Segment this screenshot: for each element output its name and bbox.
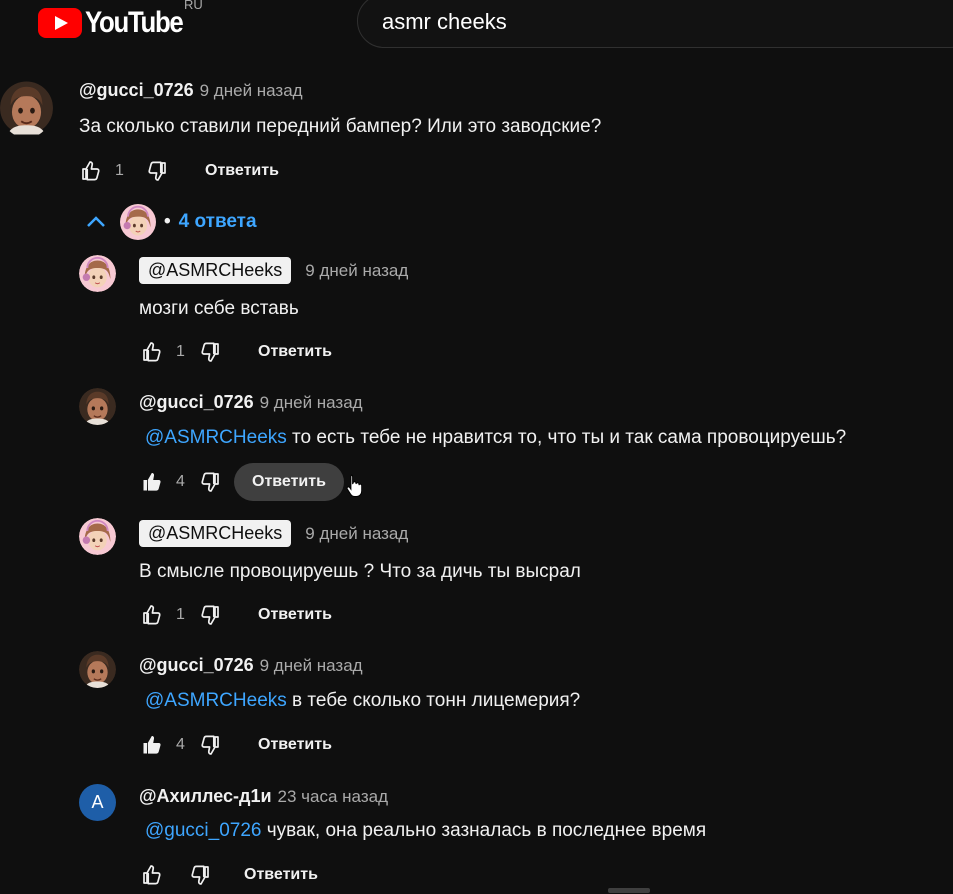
youtube-play-icon [38, 8, 82, 38]
like-icon-active[interactable] [140, 733, 164, 757]
like-icon[interactable] [140, 340, 164, 364]
reply-author[interactable]: @ASMRCHeeks [139, 520, 292, 547]
reply-body: в тебе сколько тонн лицемерия? [286, 690, 581, 711]
avatar[interactable] [79, 255, 116, 292]
search-query[interactable]: asmr cheeks [382, 9, 507, 35]
like-icon-active[interactable] [140, 470, 164, 494]
reply-button[interactable]: Ответить [187, 152, 297, 190]
like-count: 4 [176, 736, 185, 753]
avatar[interactable] [79, 518, 116, 555]
comment-time[interactable]: 9 дней назад [200, 81, 303, 101]
reply-time[interactable]: 9 дней назад [260, 393, 363, 413]
region-label: RU [184, 0, 203, 12]
avatar[interactable] [79, 651, 116, 688]
comment-author[interactable]: @gucci_0726 [79, 80, 194, 101]
dislike-icon[interactable] [198, 603, 222, 627]
dislike-icon[interactable] [145, 159, 169, 183]
dislike-icon[interactable] [188, 863, 212, 887]
reply-time[interactable]: 9 дней назад [305, 524, 408, 544]
reply-time[interactable]: 9 дней назад [260, 656, 363, 676]
youtube-logo[interactable]: YouTube [38, 6, 198, 40]
reply-text: мозги себе вставь [139, 298, 299, 319]
avatar[interactable]: A [79, 784, 116, 821]
reply-button[interactable]: Ответить [240, 726, 350, 764]
dislike-icon[interactable] [198, 733, 222, 757]
reply-time[interactable]: 9 дней назад [305, 261, 408, 281]
like-count: 1 [176, 606, 185, 623]
reply-author[interactable]: @gucci_0726 [139, 392, 254, 413]
reply-body: чувак, она реально зазналась в последнее… [261, 820, 707, 841]
avatar[interactable] [0, 78, 53, 138]
reply-text: @ASMRCHeeks в тебе сколько тонн лицемери… [145, 690, 580, 712]
chevron-up-icon [87, 216, 105, 227]
search-input[interactable]: asmr cheeks [357, 0, 953, 48]
dislike-icon[interactable] [198, 470, 222, 494]
avatar[interactable] [79, 388, 116, 425]
dislike-icon[interactable] [198, 340, 222, 364]
replies-toggle[interactable]: • 4 ответа [84, 204, 257, 240]
like-icon[interactable] [140, 863, 164, 887]
mention-link[interactable]: @ASMRCHeeks [145, 690, 287, 711]
logo-text: YouTube [85, 6, 184, 39]
like-icon[interactable] [140, 603, 164, 627]
creator-avatar [120, 204, 156, 240]
reply-button[interactable]: Ответить [240, 596, 350, 634]
top-bar: YouTube RU asmr cheeks [0, 0, 953, 50]
scroll-indicator [608, 888, 650, 893]
reply-button[interactable]: Ответить [234, 463, 344, 501]
reply-author[interactable]: @ASMRCHeeks [139, 257, 292, 284]
comment-actions: 1 Ответить [79, 154, 297, 188]
reply-time[interactable]: 23 часа назад [278, 787, 388, 807]
reply-author[interactable]: @gucci_0726 [139, 655, 254, 676]
reply-button[interactable]: Ответить [240, 333, 350, 371]
replies-count-label: 4 ответа [178, 211, 257, 232]
mention-link[interactable]: @ASMRCHeeks [145, 427, 287, 448]
reply-text: @ASMRCHeeks то есть тебе не нравится то,… [145, 427, 846, 449]
reply-text: @gucci_0726 чувак, она реально зазналась… [145, 820, 706, 842]
reply-author[interactable]: @Ахиллес-д1и [139, 786, 272, 807]
hand-cursor-icon [346, 474, 362, 497]
like-count: 1 [176, 343, 185, 360]
reply-text: В смысле провоцируешь ? Что за дичь ты в… [139, 561, 581, 582]
like-count: 1 [115, 162, 124, 179]
like-count: 4 [176, 473, 185, 490]
reply-button[interactable]: Ответить [226, 856, 336, 894]
dot-separator: • [164, 211, 171, 232]
like-icon[interactable] [79, 159, 103, 183]
reply-body: то есть тебе не нравится то, что ты и та… [286, 427, 847, 448]
mention-link[interactable]: @gucci_0726 [145, 820, 261, 841]
comment-text: За сколько ставили передний бампер? Или … [79, 116, 602, 137]
